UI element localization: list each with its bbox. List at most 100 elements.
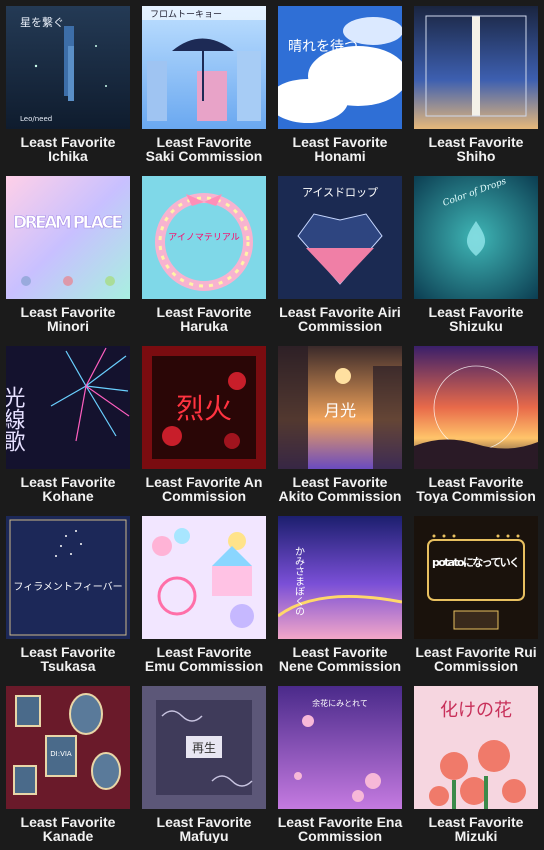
album-card[interactable]: 再生 Least Favorite Mafuyu — [136, 680, 272, 850]
album-card[interactable]: フィラメントフィーバー Least Favorite Tsukasa — [0, 510, 136, 680]
album-title: Least Favorite Emu Commission — [136, 639, 272, 673]
haruka-cover-icon: アイノマテリアル — [142, 176, 266, 299]
mafuyu-cover-icon: 再生 — [142, 686, 266, 809]
kohane-art-title: 光線歌 — [6, 386, 26, 452]
album-card[interactable]: DI:VIA Least Favorite Kanade — [0, 680, 136, 850]
an-art-title: 烈火 — [176, 392, 232, 425]
album-title: Least Favorite Ena Commission — [272, 809, 408, 843]
airi-cover-icon: アイスドロップ — [278, 176, 402, 299]
title-line2: Commission — [161, 488, 246, 503]
album-card[interactable]: 星を繋ぐ Leo/need Least Favorite Ichika — [0, 0, 136, 170]
title-line1: Least Favorite — [428, 134, 524, 150]
title-line1: Least Favorite — [292, 134, 388, 150]
minori-cover-icon: DREAM PLACE — [6, 176, 130, 299]
shizuku-cover-icon: Color of Drops — [414, 176, 538, 299]
title-line2: Minori — [47, 318, 89, 333]
title-line1: Least Favorite Airi — [279, 304, 401, 320]
title-line1: Least Favorite — [428, 304, 524, 320]
ichika-art-sub: Leo/need — [20, 115, 52, 123]
album-title: Least Favorite Toya Commission — [408, 469, 544, 503]
album-title: Least Favorite Shiho — [408, 129, 544, 163]
album-title: Least Favorite Minori — [0, 299, 136, 333]
tsukasa-cover-icon: フィラメントフィーバー — [6, 516, 130, 639]
title-line1: Least Favorite Rui — [415, 644, 537, 660]
nene-cover-icon: かみさまぼくの — [278, 516, 402, 639]
title-line2: Commission — [297, 318, 382, 333]
title-line1: Least Favorite — [292, 474, 388, 490]
title-line2: Honami — [314, 148, 366, 163]
toya-cover-icon — [414, 346, 538, 469]
album-title: Least Favorite Ichika — [0, 129, 136, 163]
album-card[interactable]: Least Favorite Shiho — [408, 0, 544, 170]
title-line1: Least Favorite An — [145, 474, 263, 490]
album-title: Least Favorite Saki Commission — [136, 129, 272, 163]
akito-cover-icon: 月光 — [278, 346, 402, 469]
mafuyu-art-title: 再生 — [192, 741, 216, 755]
akito-art-title: 月光 — [324, 401, 356, 420]
album-card[interactable]: Least Favorite Toya Commission — [408, 340, 544, 510]
airi-art-title: アイスドロップ — [302, 186, 378, 199]
ena-cover-icon: 余花にみとれて — [278, 686, 402, 809]
album-title: Least Favorite Rui Commission — [408, 639, 544, 673]
rui-cover-icon: potatoになっていく — [414, 516, 538, 639]
rui-art-title: potatoになっていく — [432, 556, 520, 569]
honami-art-title: 晴れを待つ — [288, 39, 358, 55]
album-card[interactable]: 余花にみとれて Least Favorite Ena Commission — [272, 680, 408, 850]
album-title: Least Favorite Haruka — [136, 299, 272, 333]
album-title: Least Favorite Honami — [272, 129, 408, 163]
nene-art-title: かみさまぼくの — [293, 546, 305, 616]
album-card[interactable]: 烈火 Least Favorite An Commission — [136, 340, 272, 510]
title-line1: Least Favorite — [156, 304, 252, 320]
album-card[interactable]: Color of Drops Least Favorite Shizuku — [408, 170, 544, 340]
album-card[interactable]: 晴れを待つ Least Favorite Honami — [272, 0, 408, 170]
album-card[interactable]: アイノマテリアル Least Favorite Haruka — [136, 170, 272, 340]
title-line2: Nene Commission — [278, 658, 402, 673]
title-line1: Least Favorite — [156, 644, 252, 660]
honami-cover-icon: 晴れを待つ — [278, 6, 402, 129]
title-line2: Commission — [433, 658, 518, 673]
title-line2: Haruka — [180, 318, 228, 333]
album-card[interactable]: 月光 Least Favorite Akito Commission — [272, 340, 408, 510]
title-line2: Tsukasa — [40, 658, 96, 673]
title-line1: Least Favorite — [20, 644, 116, 660]
album-title: Least Favorite Shizuku — [408, 299, 544, 333]
album-card[interactable]: アイスドロップ Least Favorite Airi Commission — [272, 170, 408, 340]
shiho-cover-icon — [414, 6, 538, 129]
album-grid: 星を繋ぐ Leo/need Least Favorite Ichika フロムトー… — [0, 0, 544, 850]
title-line2: Kanade — [42, 828, 94, 843]
kanade-art-title: DI:VIA — [50, 750, 72, 758]
title-line2: Commission — [297, 828, 382, 843]
album-title: Least Favorite An Commission — [136, 469, 272, 503]
title-line1: Least Favorite — [156, 134, 252, 150]
title-line1: Least Favorite — [428, 814, 524, 830]
title-line1: Least Favorite — [156, 814, 252, 830]
album-card[interactable]: 化けの花 Least Favorite Mizuki — [408, 680, 544, 850]
title-line1: Least Favorite — [20, 814, 116, 830]
album-card[interactable]: フロムトーキョー Least Favorite Saki Commission — [136, 0, 272, 170]
album-card[interactable]: potatoになっていく Least Favorite Rui Commissio… — [408, 510, 544, 680]
title-line1: Least Favorite — [20, 304, 116, 320]
title-line2: Saki Commission — [145, 148, 263, 163]
minori-art-title: DREAM PLACE — [13, 213, 123, 233]
album-title: Least Favorite Kanade — [0, 809, 136, 843]
album-card[interactable]: DREAM PLACE Least Favorite Minori — [0, 170, 136, 340]
album-card[interactable]: かみさまぼくの Least Favorite Nene Commission — [272, 510, 408, 680]
album-title: Least Favorite Akito Commission — [272, 469, 408, 503]
title-line2: Kohane — [42, 488, 94, 503]
title-line1: Least Favorite — [20, 134, 116, 150]
title-line2: Mafuyu — [179, 828, 229, 843]
title-line2: Mizuki — [454, 828, 498, 843]
saki-cover-icon: フロムトーキョー — [142, 6, 266, 129]
title-line2: Ichika — [48, 148, 88, 163]
ichika-art-title: 星を繋ぐ — [20, 15, 64, 29]
album-card[interactable]: Least Favorite Emu Commission — [136, 510, 272, 680]
album-title: Least Favorite Mafuyu — [136, 809, 272, 843]
title-line1: Least Favorite — [292, 644, 388, 660]
album-title: Least Favorite Tsukasa — [0, 639, 136, 673]
album-card[interactable]: 光線歌 Least Favorite Kohane — [0, 340, 136, 510]
kanade-cover-icon: DI:VIA — [6, 686, 130, 809]
mizuki-cover-icon: 化けの花 — [414, 686, 538, 809]
album-title: Least Favorite Nene Commission — [272, 639, 408, 673]
ena-art-title: 余花にみとれて — [312, 698, 368, 708]
kohane-cover-icon: 光線歌 — [6, 346, 130, 469]
